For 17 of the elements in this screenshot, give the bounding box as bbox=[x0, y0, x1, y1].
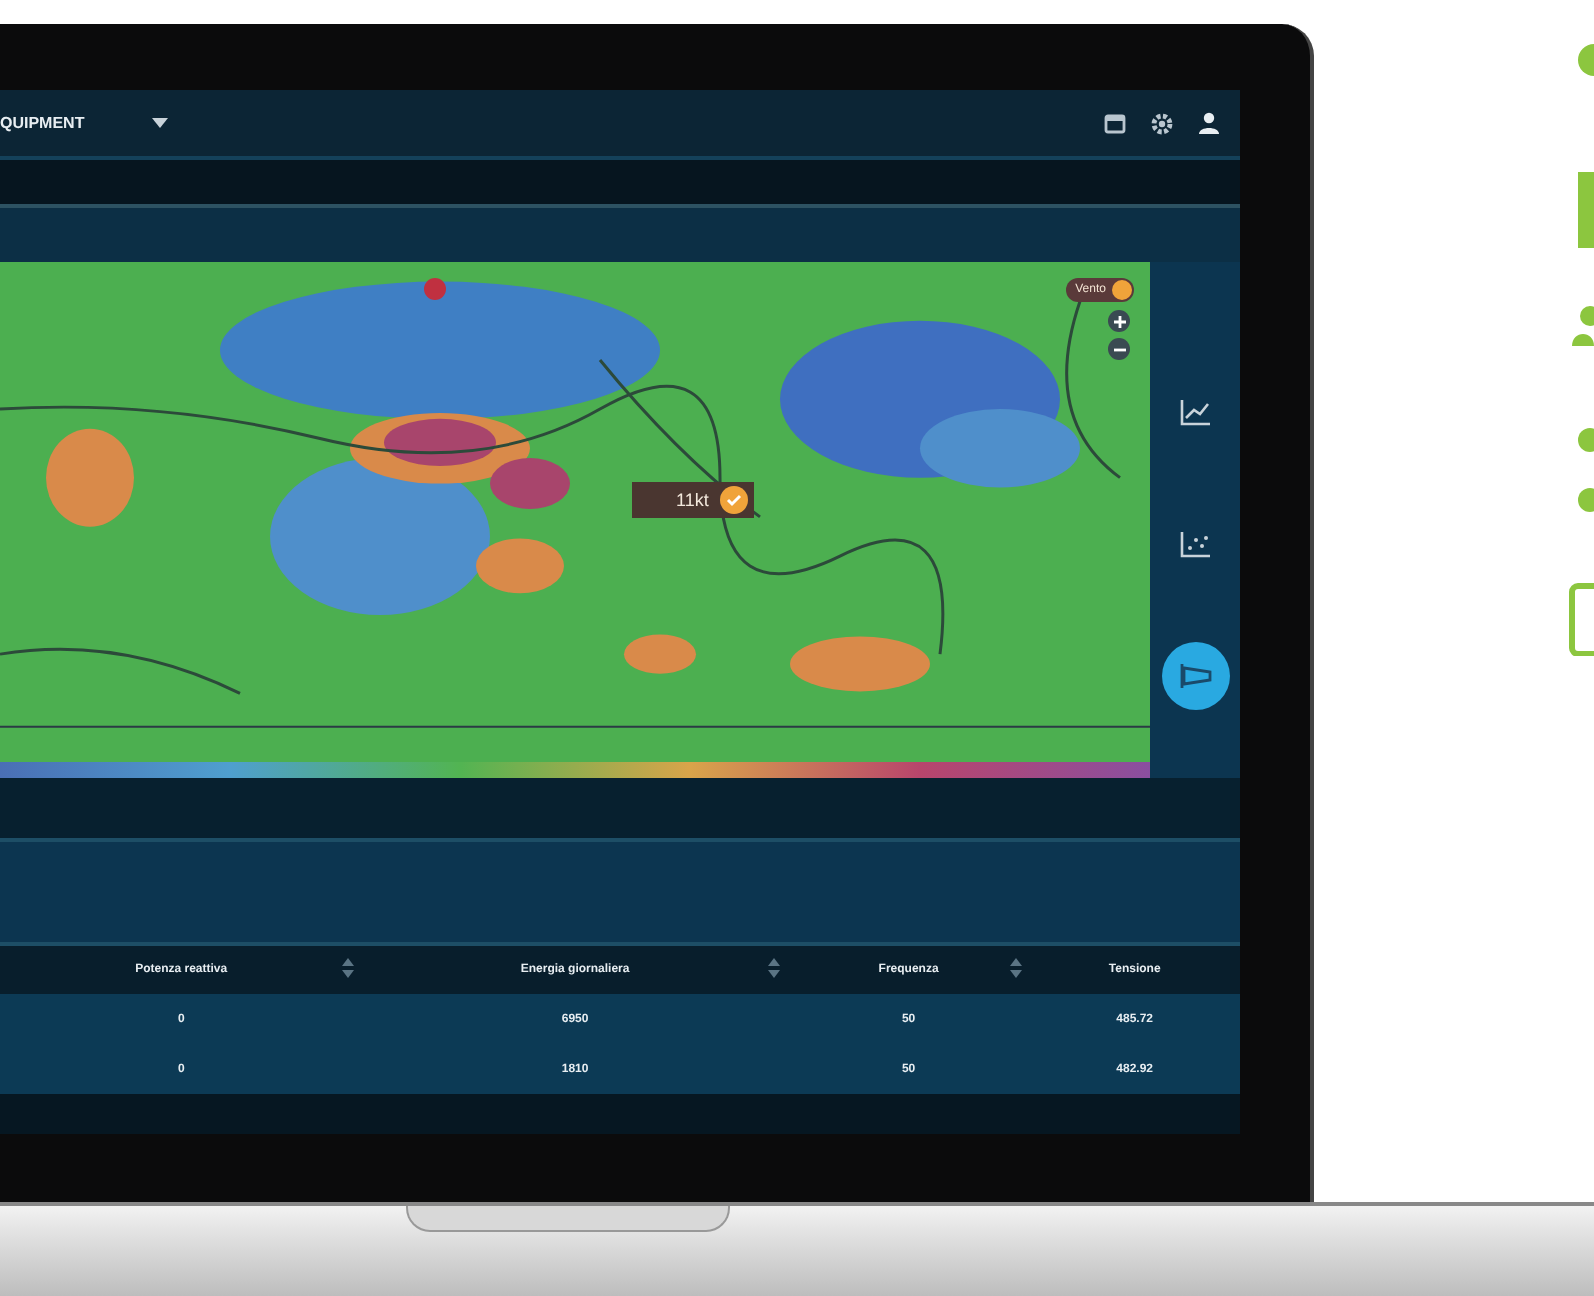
sun-icon bbox=[1112, 280, 1132, 300]
sort-icon[interactable] bbox=[1009, 958, 1022, 978]
minus-icon bbox=[1113, 343, 1125, 355]
windsock-button[interactable] bbox=[1161, 642, 1229, 710]
settings-icon[interactable] bbox=[1150, 111, 1174, 135]
user-icon[interactable] bbox=[1198, 112, 1220, 134]
plus-icon bbox=[1113, 315, 1125, 327]
app-title: QUIPMENT bbox=[0, 114, 85, 132]
scatter-chart-icon[interactable] bbox=[1179, 530, 1211, 558]
sort-icon[interactable] bbox=[342, 958, 355, 978]
wind-reading: 11kt bbox=[676, 490, 709, 510]
calendar-icon[interactable] bbox=[1104, 112, 1126, 134]
windsock-icon bbox=[1179, 664, 1211, 688]
caret-icon[interactable] bbox=[152, 118, 169, 128]
sort-icon[interactable] bbox=[767, 958, 780, 978]
line-chart-icon[interactable] bbox=[1179, 398, 1211, 426]
check-circle-icon bbox=[720, 486, 749, 514]
